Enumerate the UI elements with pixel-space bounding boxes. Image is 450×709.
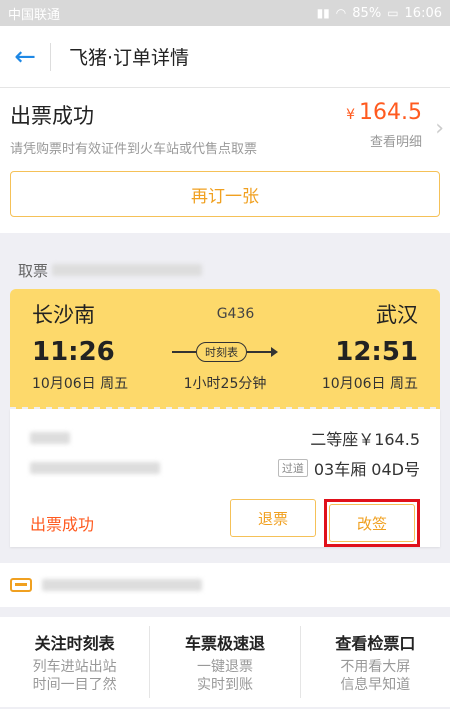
aisle-badge: 过道 <box>277 459 308 477</box>
schedule-label: 时刻表 <box>196 342 247 362</box>
order-price: ¥164.5 <box>346 100 422 125</box>
ticket-status: 出票成功 <box>30 515 95 534</box>
price-value: 164.5 <box>359 100 422 125</box>
trip-duration: 1小时25分钟 <box>183 376 267 392</box>
feature-subtitle: 一键退票 <box>196 659 253 675</box>
clock-label: 16:06 <box>404 5 442 21</box>
status-bar: 中国联通 ▮▮ ◠ 85% ▭ 16:06 <box>0 0 450 26</box>
arrow-right-icon <box>271 347 278 357</box>
feature-title: 查看检票口 <box>335 634 416 653</box>
wifi-icon: ◠ <box>335 6 347 20</box>
arrival-date: 10月06日 周五 <box>321 376 418 392</box>
feature-bar: 关注时刻表 列车进站出站 时间一目了然 车票极速退 一键退票 实时到账 查看检票… <box>0 617 450 707</box>
order-status-subtitle: 请凭购票时有效证件到火车站或代售点取票 <box>10 142 258 157</box>
feature-subtitle: 时间一目了然 <box>32 677 117 693</box>
ticket-actions: 出票成功 退票 改签 <box>30 499 420 547</box>
train-number: G436 <box>216 306 255 322</box>
page-title: 飞猪·订单详情 <box>69 47 190 69</box>
pickup-label: 取票 <box>18 261 49 280</box>
action-buttons: 退票 改签 <box>230 499 420 547</box>
rebook-button[interactable]: 再订一张 <box>10 171 440 217</box>
feature-subtitle: 信息早知道 <box>340 677 411 693</box>
train-ticket-card: 长沙南 G436 武汉 11:26 时刻表 12:51 10月06日 周五 1小… <box>10 289 440 411</box>
seat-notice-row[interactable] <box>0 563 450 607</box>
passenger-row-2: 过道 03车厢 04D号 <box>30 453 420 483</box>
battery-icon: ▭ <box>387 6 399 20</box>
nav-divider <box>50 42 51 71</box>
feature-refund[interactable]: 车票极速退 一键退票 实时到账 <box>150 626 301 698</box>
car-seat-info: 过道 03车厢 04D号 <box>277 456 420 480</box>
refund-button[interactable]: 退票 <box>230 499 316 537</box>
status-block: 出票成功 请凭购票时有效证件到火车站或代售点取票 <box>10 100 257 157</box>
feature-subtitle: 实时到账 <box>196 677 253 693</box>
nav-bar: ← 飞猪·订单详情 <box>0 26 450 88</box>
schedule-line-right <box>247 351 271 353</box>
signal-icon: ▮▮ <box>316 6 330 20</box>
chevron-right-icon: › <box>435 116 444 141</box>
passenger-name-redacted <box>30 432 70 444</box>
order-summary: 出票成功 请凭购票时有效证件到火车站或代售点取票 ¥164.5 查看明细 › 再… <box>0 88 450 233</box>
passenger-id-redacted <box>30 462 160 474</box>
pickup-code-redacted <box>52 264 203 276</box>
time-row: 11:26 时刻表 12:51 <box>32 337 418 367</box>
change-ticket-button[interactable]: 改签 <box>329 504 415 542</box>
feature-title: 关注时刻表 <box>34 634 115 653</box>
battery-label: 85% <box>352 5 382 21</box>
summary-top[interactable]: 出票成功 请凭购票时有效证件到火车站或代售点取票 ¥164.5 查看明细 › <box>10 100 444 157</box>
departure-date: 10月06日 周五 <box>32 376 129 392</box>
change-highlight-box: 改签 <box>324 499 420 547</box>
date-row: 10月06日 周五 1小时25分钟 10月06日 周五 <box>32 373 418 393</box>
price-detail-link[interactable]: ¥164.5 查看明细 › <box>346 100 444 150</box>
feature-subtitle: 列车进站出站 <box>32 659 117 675</box>
feature-title: 车票极速退 <box>184 634 265 653</box>
passenger-row-1: 二等座￥164.5 <box>30 423 420 453</box>
arrival-time: 12:51 <box>335 337 418 367</box>
currency-symbol: ¥ <box>346 107 356 123</box>
pickup-info: 取票 <box>0 233 450 289</box>
departure-time: 11:26 <box>32 337 115 367</box>
car-seat-number: 03车厢 04D号 <box>313 460 420 479</box>
sofa-icon <box>10 578 32 592</box>
station-row: 长沙南 G436 武汉 <box>32 299 418 329</box>
carrier-label: 中国联通 <box>8 7 61 23</box>
arrival-station: 武汉 <box>375 303 418 327</box>
feature-schedule[interactable]: 关注时刻表 列车进站出站 时间一目了然 <box>0 626 151 698</box>
passenger-card: 二等座￥164.5 过道 03车厢 04D号 出票成功 退票 改签 <box>10 409 440 547</box>
departure-station: 长沙南 <box>32 303 95 327</box>
seat-class-price: 二等座￥164.5 <box>310 430 420 449</box>
view-detail-label: 查看明细 <box>369 135 422 150</box>
back-arrow-icon: ← <box>14 41 36 72</box>
order-status-title: 出票成功 <box>10 104 94 128</box>
feature-check-gate[interactable]: 查看检票口 不用看大屏 信息早知道 <box>301 626 450 698</box>
notice-text-redacted <box>42 579 202 591</box>
schedule-button[interactable]: 时刻表 <box>172 342 278 362</box>
back-button[interactable]: ← <box>0 26 50 88</box>
status-icons: ▮▮ ◠ 85% ▭ 16:06 <box>317 6 442 21</box>
schedule-line-left <box>172 351 196 353</box>
feature-subtitle: 不用看大屏 <box>340 659 411 675</box>
